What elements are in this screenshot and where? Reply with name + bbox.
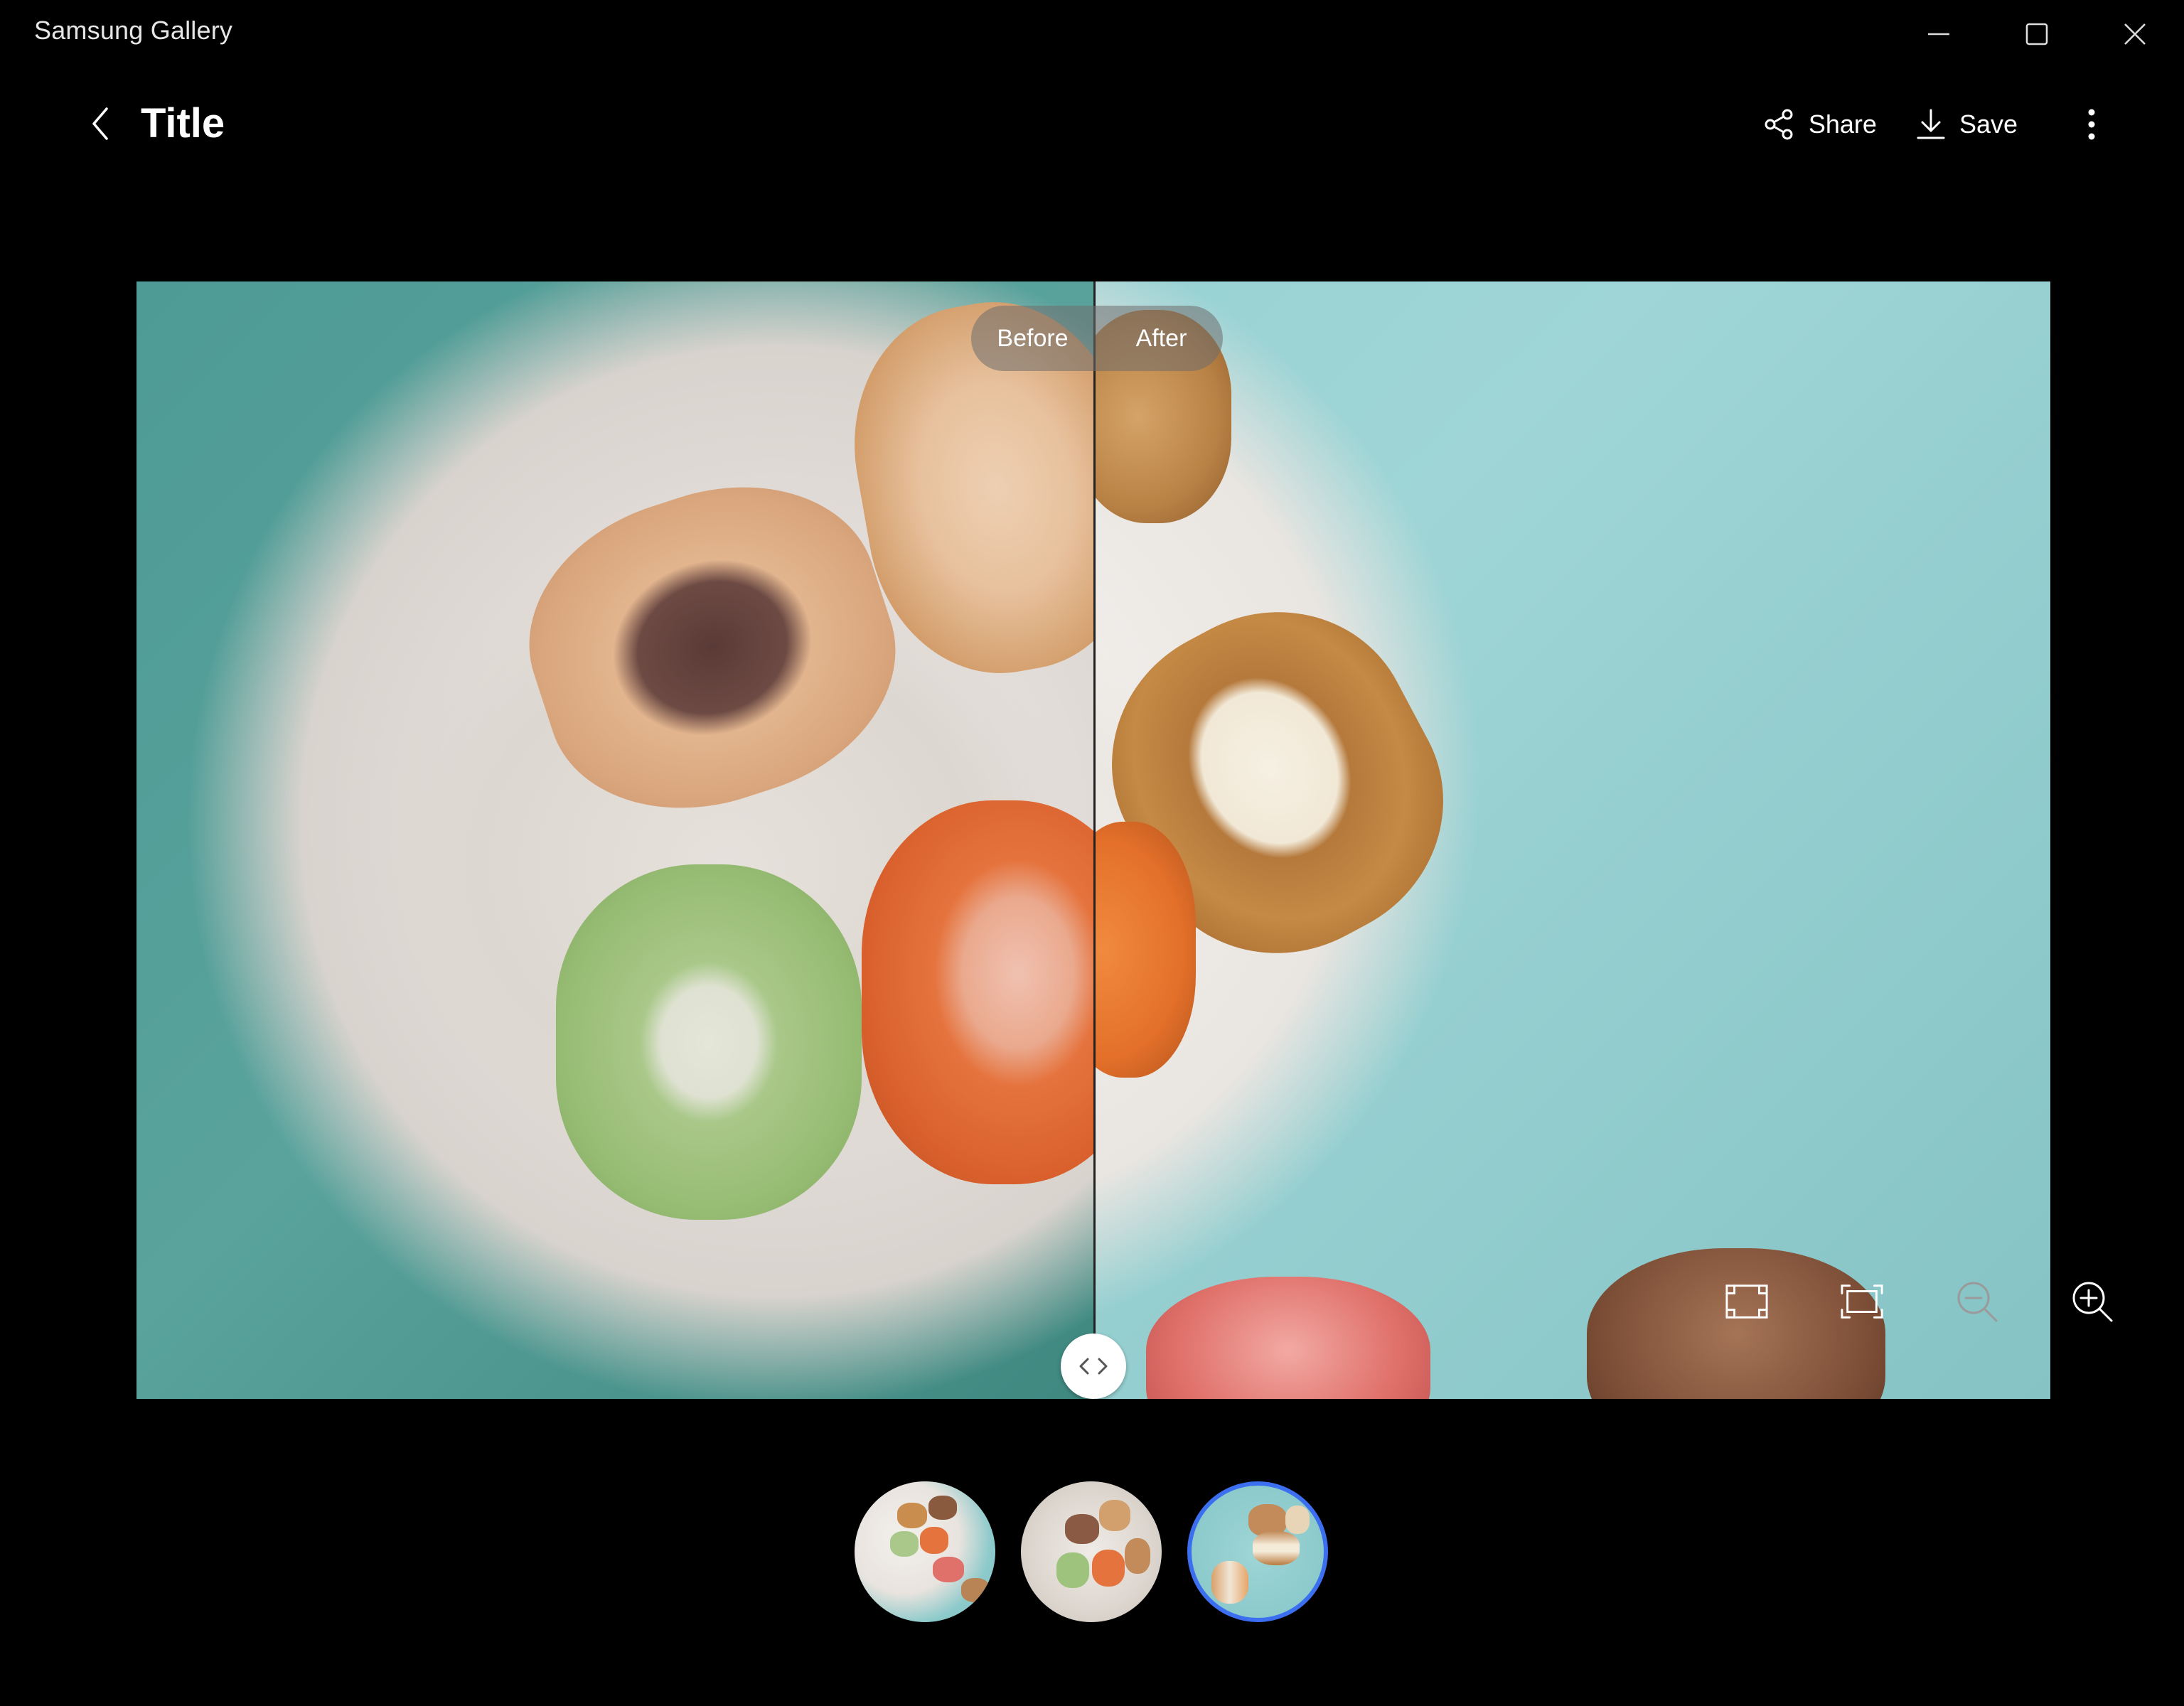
zoom-in-button[interactable]: [2070, 1280, 2114, 1324]
thumbnail-macaron: [961, 1578, 990, 1602]
page-title: Title: [141, 100, 225, 146]
minimize-button[interactable]: [1890, 0, 1988, 68]
thumbnail-macaron: [1285, 1506, 1310, 1534]
thumbnail-macaron: [1099, 1500, 1130, 1531]
thumbnail-macaron: [928, 1496, 957, 1520]
thumbnail-macaron: [920, 1527, 948, 1554]
thumbnail-macaron: [897, 1503, 927, 1528]
thumbnail-macaron: [1056, 1552, 1089, 1588]
before-image: [136, 281, 1093, 1399]
maximize-button[interactable]: [1988, 0, 2086, 68]
thumbnail-3[interactable]: [1187, 1481, 1328, 1622]
back-button[interactable]: [80, 102, 122, 145]
zoom-out-button[interactable]: [1955, 1280, 1999, 1324]
compare-divider[interactable]: [1093, 281, 1096, 1399]
window-controls: [1890, 0, 2184, 68]
before-after-label: Before After: [971, 306, 1223, 371]
thumbnail-macaron: [1065, 1514, 1099, 1544]
thumbnail-macaron: [1253, 1531, 1300, 1565]
minimize-icon: [1928, 33, 1949, 36]
toolbar: Share Save: [1763, 100, 2106, 149]
thumbnail-macaron: [1125, 1538, 1150, 1574]
close-icon: [2124, 23, 2146, 45]
macaron-pink: [1146, 1277, 1430, 1399]
save-label: Save: [1959, 109, 2018, 139]
share-button[interactable]: Share: [1763, 108, 1877, 141]
before-label: Before: [997, 324, 1069, 352]
fill-screen-button[interactable]: [1840, 1280, 1884, 1324]
macaron-chocolate: [1587, 1248, 1885, 1399]
thumbnail-macaron: [1211, 1561, 1248, 1604]
fill-screen-icon: [1841, 1284, 1883, 1319]
chevron-left-right-icon: [1079, 1358, 1108, 1375]
share-label: Share: [1808, 109, 1877, 139]
image-compare-viewer[interactable]: Before After: [136, 281, 2050, 1399]
more-vertical-icon: [2088, 109, 2095, 140]
after-label: After: [1135, 324, 1187, 352]
zoom-in-icon: [2072, 1282, 2113, 1322]
thumbnail-strip: [855, 1481, 1328, 1622]
macaron-orange: [862, 800, 1093, 1184]
zoom-out-icon: [1957, 1282, 1998, 1322]
save-button[interactable]: Save: [1915, 108, 2018, 141]
compare-drag-handle[interactable]: [1061, 1334, 1126, 1399]
thumbnail-macaron: [890, 1531, 919, 1557]
macaron-pistachio: [556, 864, 862, 1220]
more-options-button[interactable]: [2077, 103, 2106, 146]
download-icon: [1917, 109, 1945, 139]
maximize-icon: [2025, 23, 2048, 45]
chevron-left-icon: [92, 107, 108, 140]
thumbnail-macaron: [933, 1557, 964, 1582]
share-icon: [1765, 109, 1793, 140]
fit-screen-icon: [1725, 1284, 1768, 1319]
thumbnail-1[interactable]: [855, 1481, 995, 1622]
view-controls: [1725, 1280, 2114, 1324]
fit-screen-button[interactable]: [1725, 1280, 1769, 1324]
window-title: Samsung Gallery: [34, 16, 233, 45]
close-button[interactable]: [2086, 0, 2184, 68]
thumbnail-2[interactable]: [1021, 1481, 1162, 1622]
thumbnail-macaron: [1092, 1550, 1125, 1587]
